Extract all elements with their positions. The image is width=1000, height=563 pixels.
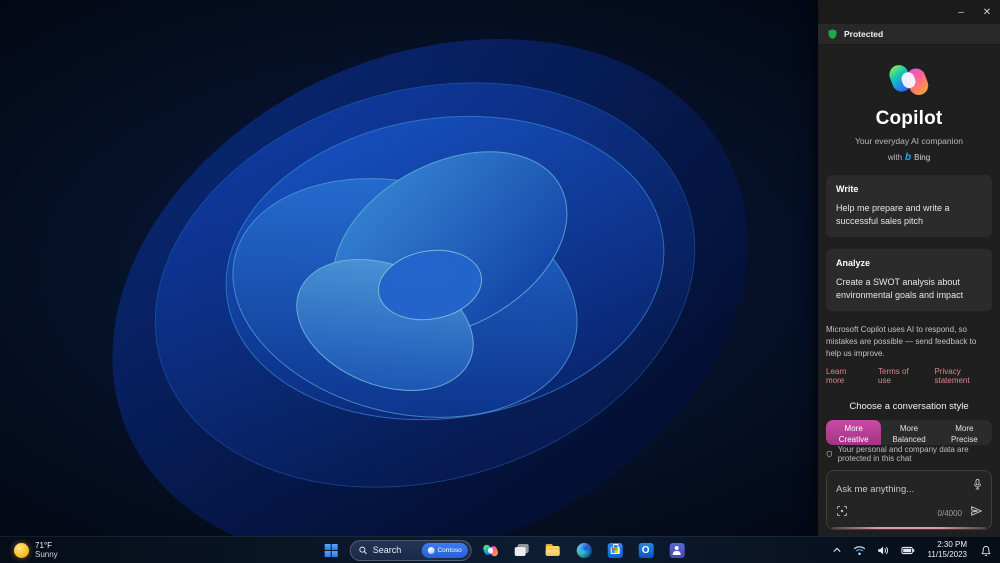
copilot-panel: – ✕ Protected Copilot Your everyday AI c… xyxy=(818,0,1000,536)
input-footer: 0/4000 xyxy=(836,504,983,522)
style-more-creative[interactable]: More Creative xyxy=(826,420,882,445)
battery-icon[interactable] xyxy=(899,544,917,557)
search-badge-label: Contoso xyxy=(437,546,462,554)
ai-disclaimer: Microsoft Copilot uses AI to respond, so… xyxy=(826,325,977,359)
taskbar-icon-copilot[interactable] xyxy=(479,539,503,561)
data-protection-text: Your personal and company data are prote… xyxy=(837,445,969,463)
taskbar-icon-edge[interactable] xyxy=(572,539,596,561)
style-label-line1: More xyxy=(899,424,919,434)
copilot-logo-icon xyxy=(889,65,929,95)
protected-status-bar: Protected xyxy=(818,24,1000,45)
chat-input[interactable] xyxy=(836,484,966,495)
file-explorer-icon xyxy=(545,542,561,558)
taskbar-icon-teams[interactable] xyxy=(665,539,689,561)
conversation-style-selector: More Creative More Balanced More Precise xyxy=(826,420,992,445)
teams-icon xyxy=(669,542,685,558)
card-title: Analyze xyxy=(836,258,871,269)
copilot-panel-titlebar: – ✕ xyxy=(818,0,1000,24)
copilot-logo xyxy=(826,61,992,99)
terms-of-use-link[interactable]: Terms of use xyxy=(878,367,919,385)
send-icon[interactable] xyxy=(970,504,983,522)
taskbar-icon-task-view[interactable] xyxy=(510,539,534,561)
system-tray: 2:30 PM 11/15/2023 xyxy=(830,537,994,563)
style-label-line2: Creative xyxy=(838,434,869,444)
search-label: Search xyxy=(372,545,402,555)
microsoft-store-icon xyxy=(607,542,623,558)
taskbar-icon-outlook[interactable]: O xyxy=(634,539,658,561)
style-more-balanced[interactable]: More Balanced xyxy=(881,420,936,445)
volume-icon[interactable] xyxy=(875,543,892,558)
close-button[interactable]: ✕ xyxy=(974,0,1000,24)
style-label-line1: More xyxy=(844,424,863,434)
style-label-line2: Precise xyxy=(950,434,978,444)
task-view-icon xyxy=(514,542,530,558)
data-protection-note: Your personal and company data are prote… xyxy=(826,445,992,463)
search-icon xyxy=(359,546,367,554)
conversation-style-heading: Choose a conversation style xyxy=(849,401,969,413)
style-label-line1: More xyxy=(955,424,974,434)
tray-clock[interactable]: 2:30 PM 11/15/2023 xyxy=(924,539,971,560)
style-more-precise[interactable]: More Precise xyxy=(937,420,992,445)
tray-overflow-chevron[interactable] xyxy=(830,544,844,556)
chat-input-box[interactable]: 0/4000 xyxy=(826,470,992,530)
taskbar-center: Search Contoso O xyxy=(319,537,689,563)
suggestion-card-write[interactable]: Write Help me prepare and write a succes… xyxy=(826,175,992,238)
contoso-badge-icon xyxy=(427,546,435,554)
weather-widget[interactable]: 71°F Sunny xyxy=(8,537,64,563)
copilot-panel-body: Copilot Your everyday AI companion with … xyxy=(818,45,1000,536)
copilot-subtitle: Your everyday AI companion xyxy=(855,136,963,146)
start-button[interactable] xyxy=(319,539,343,561)
minimize-button[interactable]: – xyxy=(948,0,974,24)
screenshot-capture-icon[interactable] xyxy=(836,504,848,522)
weather-condition: Sunny xyxy=(35,550,58,559)
shield-protected-icon xyxy=(828,29,837,39)
wifi-icon[interactable] xyxy=(851,543,868,558)
card-body: Create a SWOT analysis about environment… xyxy=(836,277,964,301)
search-box[interactable]: Search Contoso xyxy=(349,539,472,561)
weather-temp: 71°F xyxy=(35,540,52,550)
search-highlight-badge[interactable]: Contoso xyxy=(421,542,468,558)
style-label-line2: Balanced xyxy=(892,434,926,444)
suggestion-card-analyze[interactable]: Analyze Create a SWOT analysis about env… xyxy=(826,249,992,312)
copilot-taskbar-icon xyxy=(483,544,499,556)
copilot-title: Copilot xyxy=(875,108,943,129)
shield-outline-icon xyxy=(826,450,832,458)
with-label: with xyxy=(887,153,903,162)
card-body: Help me prepare and write a successful s… xyxy=(836,203,950,227)
sun-icon xyxy=(14,542,29,558)
character-counter: 0/4000 xyxy=(937,508,962,518)
learn-more-link[interactable]: Learn more xyxy=(826,367,863,385)
input-accent-underline xyxy=(832,527,986,529)
screen: – ✕ Protected Copilot Your everyday AI c… xyxy=(0,0,1000,563)
bing-icon: b xyxy=(905,152,912,163)
privacy-statement-link[interactable]: Privacy statement xyxy=(934,367,992,385)
outlook-icon: O xyxy=(638,542,654,558)
card-title: Write xyxy=(836,184,859,194)
legal-links: Learn more Terms of use Privacy statemen… xyxy=(826,367,992,385)
microphone-icon[interactable] xyxy=(972,478,983,496)
tray-time: 2:30 PM xyxy=(937,540,967,550)
taskbar: 71°F Sunny Search Contoso O 2:30 PM 11/1… xyxy=(0,536,1000,563)
windows-logo-icon xyxy=(324,543,338,557)
taskbar-icon-file-explorer[interactable] xyxy=(541,539,565,561)
edge-icon xyxy=(576,542,592,558)
protected-label: Protected xyxy=(844,29,884,39)
tray-date: 11/15/2023 xyxy=(927,550,967,559)
taskbar-icon-microsoft-store[interactable] xyxy=(603,539,627,561)
notification-bell-icon[interactable] xyxy=(978,542,994,559)
with-bing-row: with b Bing xyxy=(826,152,992,163)
bing-label: Bing xyxy=(914,153,931,162)
